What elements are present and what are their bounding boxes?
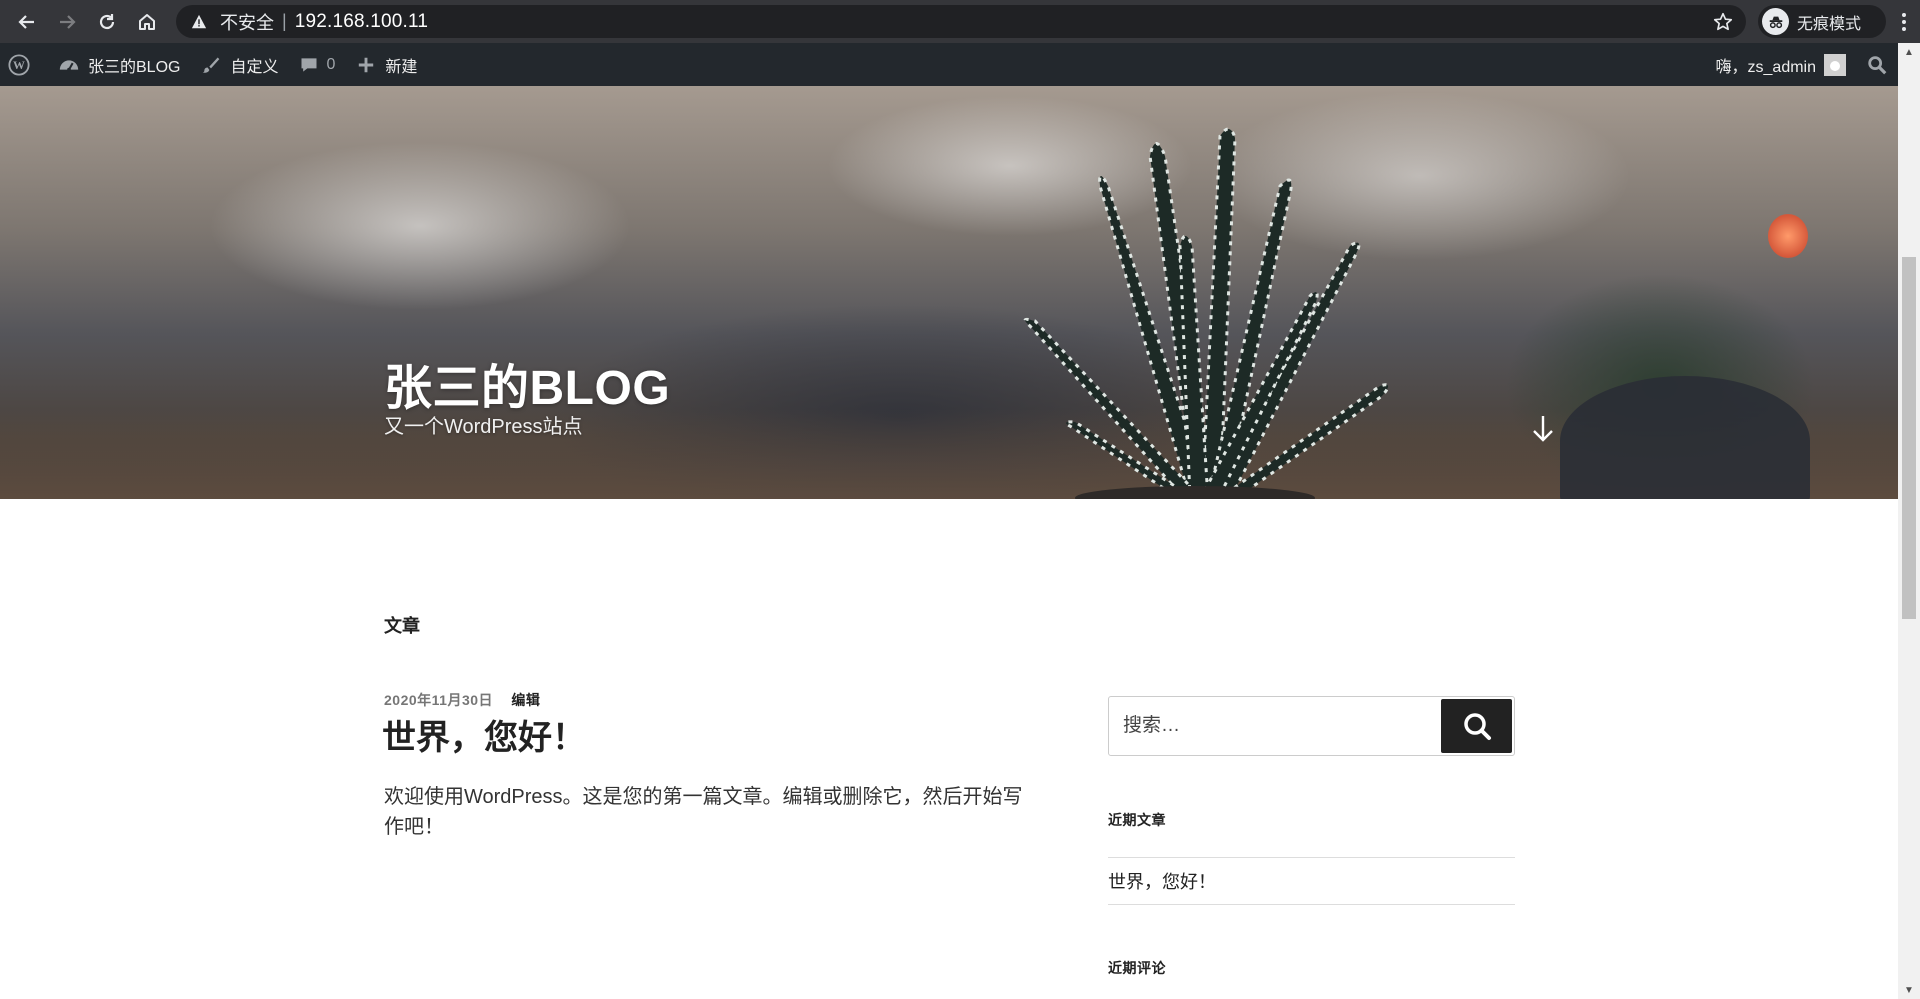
recent-post-link[interactable]: 世界，您好！ bbox=[1108, 868, 1216, 894]
site-name-menu[interactable]: 张三的BLOG bbox=[48, 43, 190, 86]
arrow-right-icon bbox=[60, 14, 76, 29]
browser-toolbar: 不安全 | 192.168.100.11 无痕模式 bbox=[0, 0, 1920, 43]
reload-icon bbox=[99, 13, 115, 29]
scroll-down-arrow-icon[interactable]: ▼ bbox=[1898, 981, 1920, 999]
my-account-menu[interactable]: 嗨，zs_admin bbox=[1706, 43, 1856, 86]
wp-admin-bar: W 张三的BLOG 自定义 0 新建 嗨，zs_admin bbox=[0, 43, 1898, 86]
url-text[interactable]: 192.168.100.11 bbox=[295, 11, 428, 33]
svg-text:W: W bbox=[13, 58, 25, 72]
menu-dot bbox=[1902, 12, 1906, 17]
site-name-label: 张三的BLOG bbox=[88, 58, 181, 76]
post-title[interactable]: 世界，您好！ bbox=[382, 710, 586, 759]
post-edit-link[interactable]: 编辑 bbox=[511, 692, 540, 708]
paintbrush-icon bbox=[200, 54, 222, 76]
bookmark-star-icon[interactable] bbox=[1712, 11, 1734, 33]
recent-comments-title: 近期评论 bbox=[1108, 960, 1166, 976]
arrow-left-icon bbox=[18, 14, 34, 29]
incognito-indicator[interactable]: 无痕模式 bbox=[1758, 5, 1886, 38]
post-excerpt: 欢迎使用WordPress。这是您的第一篇文章。编辑或删除它，然后开始写作吧！ bbox=[384, 786, 1023, 838]
customize-label: 自定义 bbox=[230, 58, 279, 76]
wordpress-logo-icon: W bbox=[8, 53, 30, 76]
incognito-label: 无痕模式 bbox=[1797, 15, 1862, 33]
reload-button[interactable] bbox=[87, 0, 127, 43]
search-icon bbox=[1868, 55, 1887, 74]
header-background-flower bbox=[1768, 214, 1808, 258]
dashboard-icon bbox=[58, 54, 80, 76]
page-heading: 文章 bbox=[384, 616, 420, 636]
incognito-icon bbox=[1762, 8, 1789, 35]
admin-bar-secondary: 嗨，zs_admin bbox=[1706, 43, 1898, 86]
warning-icon[interactable] bbox=[190, 13, 208, 31]
new-label: 新建 bbox=[385, 58, 418, 76]
comments-link[interactable]: 0 bbox=[288, 43, 345, 86]
menu-dot bbox=[1902, 26, 1906, 31]
comments-count: 0 bbox=[326, 55, 336, 73]
back-button[interactable] bbox=[7, 0, 47, 43]
site-title[interactable]: 张三的BLOG bbox=[384, 348, 670, 418]
site-description: 又一个WordPress站点 bbox=[384, 416, 583, 438]
widget-divider bbox=[1108, 857, 1515, 858]
menu-dot bbox=[1902, 19, 1906, 24]
custom-header-image: 张三的BLOG 又一个WordPress站点 bbox=[0, 86, 1898, 499]
home-button[interactable] bbox=[127, 0, 167, 43]
plus-icon bbox=[355, 54, 377, 76]
avatar bbox=[1824, 53, 1846, 76]
scroll-down-link[interactable] bbox=[1530, 414, 1556, 444]
page-scrollbar[interactable]: ▲ ▼ bbox=[1898, 43, 1920, 999]
sidebar-search-button[interactable] bbox=[1441, 699, 1512, 753]
recent-posts-title: 近期文章 bbox=[1108, 812, 1166, 828]
search-icon bbox=[1463, 713, 1491, 740]
browser-menu-button[interactable] bbox=[1888, 0, 1920, 43]
widget-divider bbox=[1108, 904, 1515, 905]
succulent-plant-graphic bbox=[1023, 127, 1390, 499]
comment-bubble-icon bbox=[298, 54, 320, 76]
post-date[interactable]: 2020年11月30日 bbox=[384, 692, 493, 708]
forward-button[interactable] bbox=[47, 0, 87, 43]
new-content-menu[interactable]: 新建 bbox=[345, 43, 427, 86]
customize-link[interactable]: 自定义 bbox=[190, 43, 288, 86]
scroll-up-arrow-icon[interactable]: ▲ bbox=[1898, 43, 1920, 61]
sidebar-search-input[interactable] bbox=[1109, 697, 1439, 755]
address-bar[interactable]: 不安全 | 192.168.100.11 bbox=[176, 5, 1746, 38]
scrollbar-thumb[interactable] bbox=[1902, 257, 1916, 619]
wp-logo-menu[interactable]: W bbox=[0, 43, 48, 86]
arrow-down-icon bbox=[1533, 416, 1553, 442]
header-background-pot bbox=[1560, 376, 1810, 499]
not-secure-label[interactable]: 不安全 bbox=[220, 9, 274, 35]
post-meta: 2020年11月30日 编辑 bbox=[384, 690, 540, 710]
account-greeting: 嗨，zs_admin bbox=[1715, 58, 1816, 76]
sidebar-search-form bbox=[1108, 696, 1515, 756]
admin-search-button[interactable] bbox=[1856, 43, 1898, 86]
url-separator: | bbox=[282, 11, 287, 31]
home-icon bbox=[139, 13, 155, 30]
